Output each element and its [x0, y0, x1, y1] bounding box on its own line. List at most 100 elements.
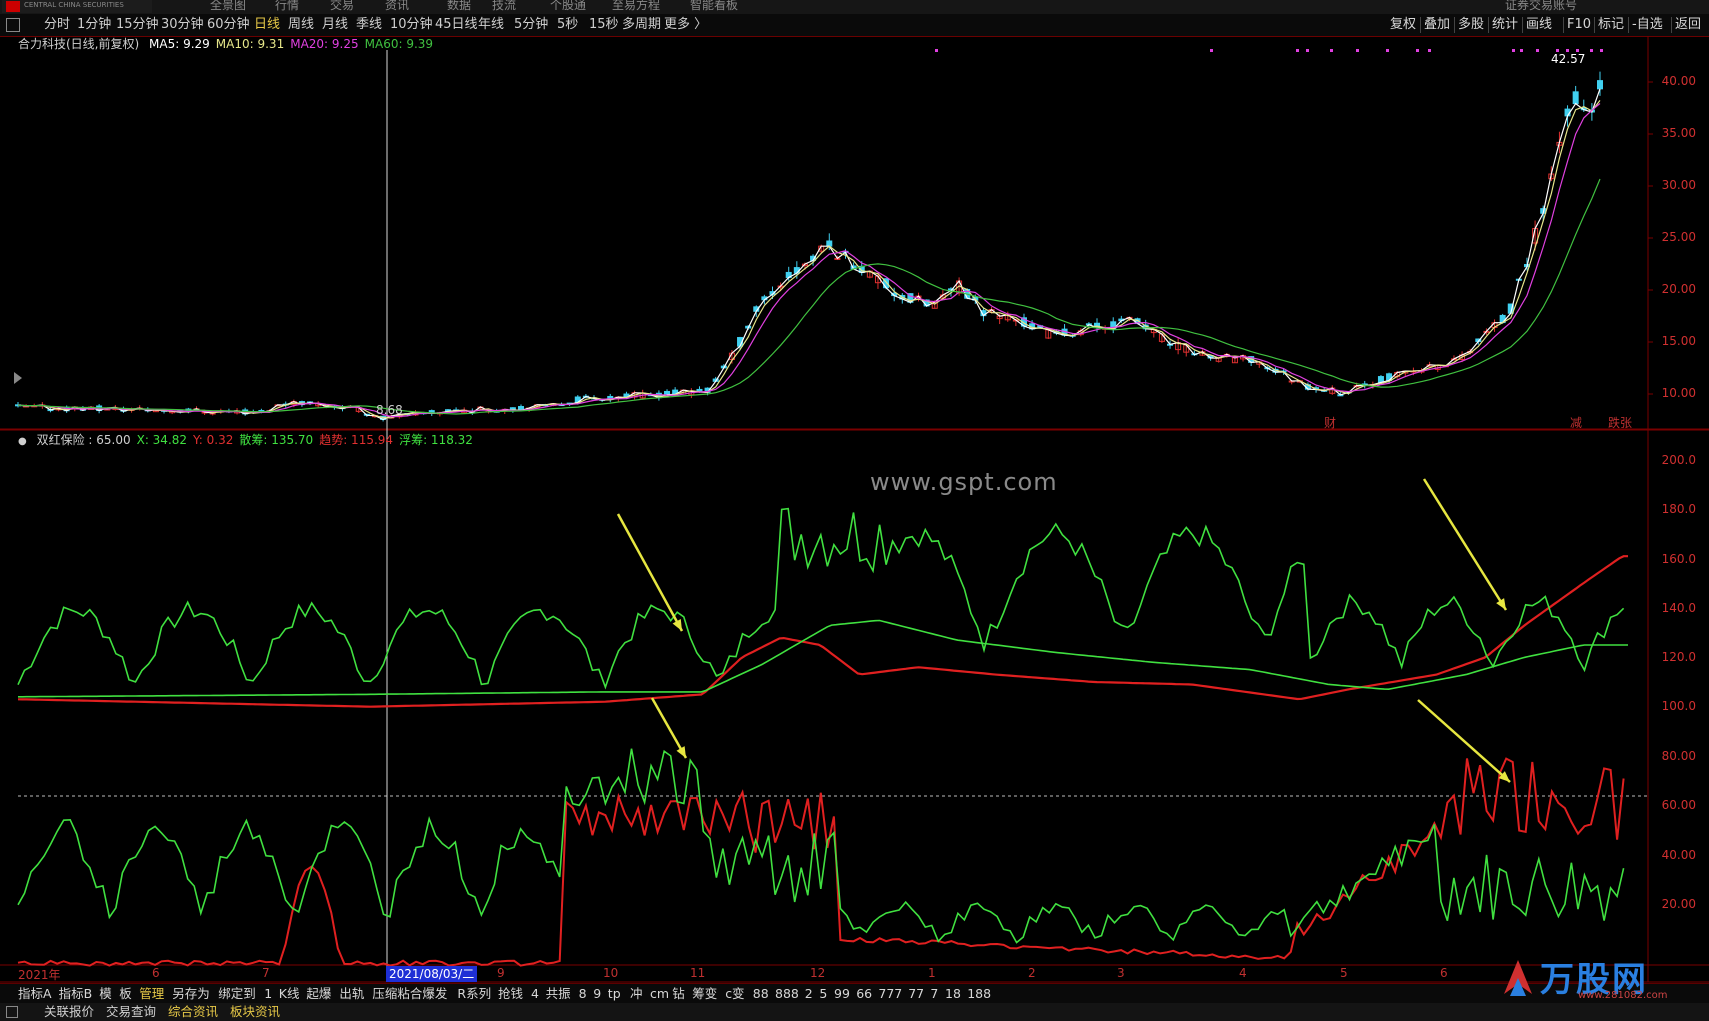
indicator-tab[interactable]: 绑定到 — [218, 984, 256, 1004]
indicator-tab[interactable]: 指标A — [18, 984, 52, 1004]
signal-dot — [1416, 49, 1419, 52]
indicator-panel-upper — [17, 507, 1628, 708]
indicator-tab[interactable]: 777 — [878, 984, 902, 1004]
indicator-tab[interactable]: 管理 — [139, 984, 164, 1004]
tool-button[interactable]: F10 — [1567, 14, 1591, 36]
tool-button[interactable]: 复权 — [1390, 14, 1416, 36]
status-item[interactable]: 板块资讯 — [230, 1003, 280, 1021]
indicator-tab[interactable]: c变 — [725, 984, 744, 1004]
period-tab[interactable]: 更多 〉 — [664, 14, 707, 36]
indicator-tab[interactable]: 压缩粘合爆发 — [372, 984, 447, 1004]
indicator-legend: ● 双红保险 : 65.00 X: 34.82 Y: 0.32 散筹: 135.70 趋… — [18, 431, 485, 448]
period-tab[interactable]: 30分钟 — [161, 14, 204, 36]
indicator-tab[interactable]: 5 — [819, 984, 827, 1004]
indicator-tab[interactable]: 抢钱 — [498, 984, 523, 1004]
indicator-tab[interactable]: K线 — [279, 984, 300, 1004]
top-menu-item[interactable]: 行情 — [275, 0, 299, 13]
status-item[interactable]: 关联报价 — [44, 1003, 94, 1021]
indicator-tab[interactable]: 出轨 — [339, 984, 364, 1004]
event-marker[interactable]: 财 — [1324, 414, 1336, 431]
status-item[interactable]: 综合资讯 — [168, 1003, 218, 1021]
tool-button[interactable]: 多股 — [1458, 14, 1484, 36]
event-marker[interactable]: 跌张 — [1608, 414, 1632, 431]
tool-button[interactable]: 叠加 — [1424, 14, 1450, 36]
tool-button[interactable]: 画线 — [1526, 14, 1552, 36]
tool-button[interactable]: 返回 — [1675, 14, 1701, 36]
period-tab[interactable]: 15分钟 — [116, 14, 159, 36]
indicator-tab[interactable]: R系列 — [457, 984, 491, 1004]
indicator-tab[interactable]: 板 — [119, 984, 132, 1004]
indicator-legend-item: 浮筹: 118.32 — [399, 433, 473, 447]
indicator-axis-label: 120.0 — [1661, 650, 1696, 664]
crosshair-date-label: 2021/08/03/二 — [386, 966, 478, 982]
top-menu-item[interactable]: 资讯 — [385, 0, 409, 13]
period-tab[interactable]: 年线 — [478, 14, 504, 36]
indicator-tab[interactable]: 2 — [805, 984, 813, 1004]
y-red-line — [17, 757, 1625, 967]
indicator-tab[interactable]: 指标B — [59, 984, 93, 1004]
period-tab[interactable]: 日线 — [254, 14, 280, 36]
period-tab[interactable]: 1分钟 — [77, 14, 111, 36]
top-menu-item[interactable]: 智能看板 — [690, 0, 738, 13]
tool-button[interactable]: -自选 — [1632, 14, 1663, 36]
collapse-icon[interactable]: ● — [18, 436, 27, 447]
top-right-account[interactable]: 证券交易账号 — [1505, 0, 1577, 13]
period-tab[interactable]: 60分钟 — [207, 14, 250, 36]
indicator-panel-lower — [17, 748, 1625, 967]
indicator-tab[interactable]: 18 — [945, 984, 961, 1004]
status-item[interactable]: 交易查询 — [106, 1003, 156, 1021]
indicator-tab[interactable]: 88 — [753, 984, 769, 1004]
indicator-tab[interactable]: 66 — [856, 984, 872, 1004]
indicator-tab[interactable]: 9 — [593, 984, 601, 1004]
indicator-tab[interactable]: 模 — [99, 984, 112, 1004]
indicator-tab[interactable]: tp — [608, 984, 621, 1004]
period-tab[interactable]: 周线 — [288, 14, 314, 36]
indicator-tab[interactable]: 另存为 — [172, 984, 210, 1004]
event-marker[interactable]: 减 — [1570, 414, 1582, 431]
indicator-tab[interactable]: 8 — [579, 984, 587, 1004]
price-axis-label: 15.00 — [1661, 334, 1696, 348]
period-tab[interactable]: 15秒 — [589, 14, 619, 36]
indicator-tab[interactable]: cm — [650, 984, 669, 1004]
top-menu-item[interactable]: 数据 — [447, 0, 471, 13]
time-axis-label: 5 — [1340, 966, 1348, 980]
indicator-tab[interactable]: 1 — [264, 984, 272, 1004]
tool-button[interactable]: 标记 — [1598, 14, 1624, 36]
indicator-tab[interactable]: 4 — [531, 984, 539, 1004]
status-bar: 关联报价 交易查询 综合资讯 板块资讯 — [0, 1003, 1709, 1021]
period-tab[interactable]: 45日线 — [435, 14, 478, 36]
indicator-tab[interactable]: 钻 — [672, 984, 685, 1004]
period-tab[interactable]: 10分钟 — [390, 14, 433, 36]
indicator-tab[interactable]: 起爆 — [306, 984, 331, 1004]
top-menu-item[interactable]: 个股通 — [550, 0, 586, 13]
period-tab[interactable]: 多周期 — [622, 14, 661, 36]
status-toggle-icon[interactable] — [6, 1006, 18, 1018]
indicator-legend-item: 双红保险 : 65.00 — [36, 433, 131, 447]
indicator-tab[interactable]: 77 — [908, 984, 924, 1004]
period-tab[interactable]: 月线 — [322, 14, 348, 36]
indicator-tab[interactable]: 筹变 — [692, 984, 717, 1004]
top-menu-item[interactable]: 技流 — [492, 0, 516, 13]
period-tab[interactable]: 分时 — [44, 14, 70, 36]
indicator-tab[interactable]: 7 — [930, 984, 938, 1004]
indicator-tab[interactable]: 99 — [834, 984, 850, 1004]
indicator-axis-label: 80.00 — [1661, 749, 1696, 763]
indicator-tab[interactable]: 888 — [775, 984, 799, 1004]
period-tab[interactable]: 5分钟 — [514, 14, 548, 36]
tool-separator — [1454, 17, 1455, 33]
top-menu-item[interactable]: 至易方程 — [612, 0, 660, 13]
price-axis-label: 20.00 — [1661, 282, 1696, 296]
tool-button[interactable]: 统计 — [1492, 14, 1518, 36]
indicator-tab[interactable]: 共振 — [546, 984, 571, 1004]
float-green-line — [18, 619, 1628, 698]
period-tab[interactable]: 5秒 — [557, 14, 578, 36]
indicator-tab[interactable]: 冲 — [630, 984, 643, 1004]
top-menu-item[interactable]: 全景图 — [210, 0, 246, 13]
top-menu-item[interactable]: 交易 — [330, 0, 354, 13]
indicator-legend-item: X: 34.82 — [136, 433, 188, 447]
time-axis-label: 2021年 — [18, 968, 61, 982]
indicator-tab[interactable]: 188 — [967, 984, 991, 1004]
period-tab[interactable]: 季线 — [356, 14, 382, 36]
chart-area[interactable] — [0, 36, 1709, 983]
layout-toggle-icon[interactable] — [6, 18, 20, 32]
